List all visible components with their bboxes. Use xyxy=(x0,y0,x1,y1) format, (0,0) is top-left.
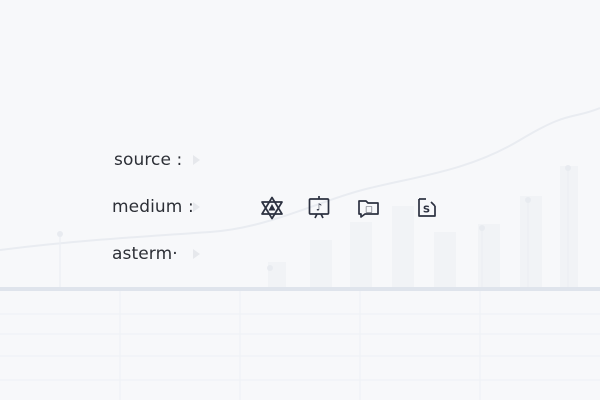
horizontal-divider xyxy=(0,287,600,291)
chevron-right-icon[interactable] xyxy=(193,202,200,212)
document-s-icon[interactable]: S xyxy=(414,195,440,221)
music-note-window-icon[interactable]: ♪ xyxy=(306,195,332,221)
field-label-source: source : xyxy=(114,150,183,170)
chevron-right-icon[interactable] xyxy=(193,249,200,259)
field-label-medium: medium : xyxy=(112,197,194,217)
field-label-asterm: asterm· xyxy=(112,244,178,264)
svg-text:S: S xyxy=(423,205,430,216)
svg-text:□: □ xyxy=(365,205,373,214)
svg-text:♪: ♪ xyxy=(316,203,322,214)
background-pattern xyxy=(0,107,600,400)
star-of-david-icon[interactable] xyxy=(259,195,285,221)
message-folder-icon[interactable]: □ xyxy=(356,195,382,221)
chevron-right-icon[interactable] xyxy=(193,155,200,165)
